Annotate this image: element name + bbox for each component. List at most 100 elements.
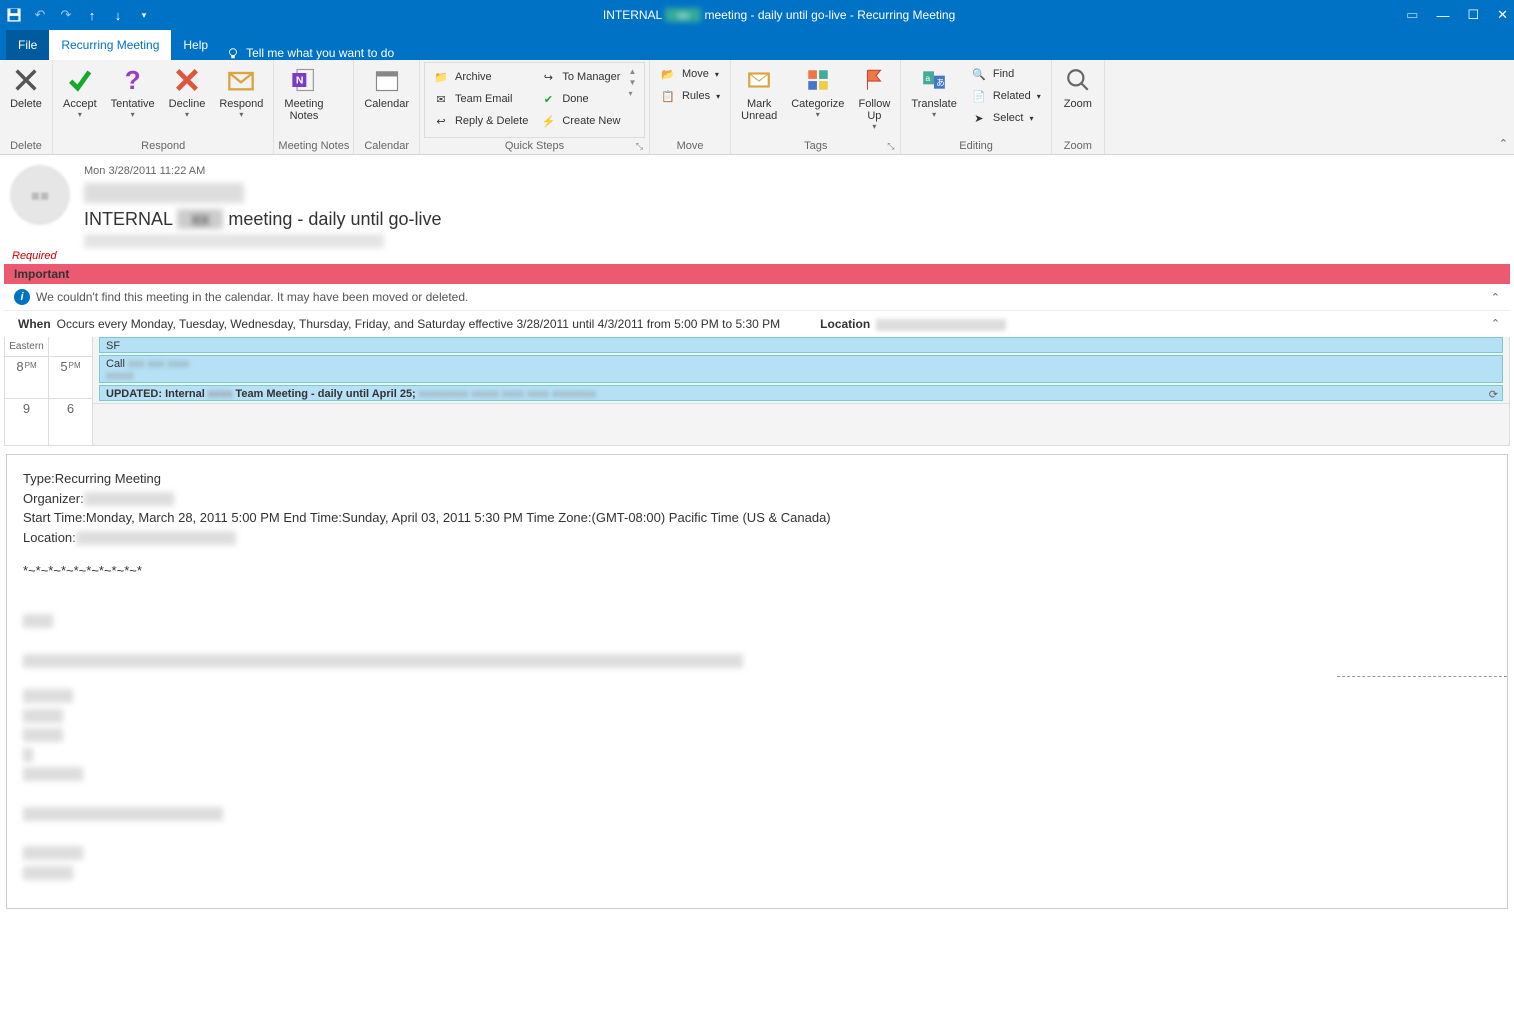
mail-icon: ✉: [433, 91, 449, 107]
ribbon-group-calendar: Calendar Calendar: [354, 60, 420, 154]
check-icon: ✔: [540, 91, 556, 107]
follow-up-button[interactable]: Follow Up▾: [852, 62, 896, 133]
undo-icon[interactable]: ↶: [32, 7, 48, 23]
message-from: [84, 183, 244, 203]
chevron-up-icon[interactable]: ⌃: [1491, 291, 1500, 304]
accept-button[interactable]: Accept▾: [57, 62, 103, 121]
important-banner: Important: [4, 264, 1510, 284]
qs-archive[interactable]: 📁Archive: [429, 67, 532, 87]
maximize-icon[interactable]: ☐: [1467, 7, 1479, 23]
group-label: Respond: [57, 138, 269, 154]
when-location-row: WhenOccurs every Monday, Tuesday, Wednes…: [4, 310, 1510, 337]
message-body[interactable]: Type:Recurring Meeting Organizer: Start …: [6, 454, 1508, 909]
zoom-button[interactable]: Zoom: [1056, 62, 1100, 112]
chevron-up-icon[interactable]: ⌃: [1491, 317, 1500, 330]
onenote-icon: N: [288, 64, 320, 96]
categorize-button[interactable]: Categorize▾: [785, 62, 850, 121]
delete-button[interactable]: Delete: [4, 62, 48, 112]
find-button[interactable]: 🔍Find: [967, 64, 1045, 84]
when-text: Occurs every Monday, Tuesday, Wednesday,…: [57, 317, 781, 331]
message-recipients: [84, 234, 384, 248]
ribbon-tabs: File Recurring Meeting Help Tell me what…: [0, 30, 1514, 60]
tell-me-search[interactable]: Tell me what you want to do: [226, 46, 394, 60]
qs-more[interactable]: ▾: [628, 89, 636, 98]
forward-icon: ↪: [540, 69, 556, 85]
group-label: Meeting Notes: [278, 138, 349, 154]
qs-to-manager[interactable]: ↪To Manager: [536, 67, 624, 87]
tentative-button[interactable]: ? Tentative▾: [105, 62, 161, 121]
qs-done[interactable]: ✔Done: [536, 89, 624, 109]
minimize-icon[interactable]: —: [1436, 8, 1449, 23]
required-label: Required: [0, 250, 1514, 262]
qs-create-new[interactable]: ⚡Create New: [536, 111, 624, 131]
related-button[interactable]: 📄Related▾: [967, 86, 1045, 106]
decline-button[interactable]: Decline▾: [163, 62, 212, 121]
message-header: ◼◼ Mon 3/28/2011 11:22 AM INTERNAL xx me…: [0, 155, 1514, 252]
collapse-ribbon-icon[interactable]: ⌃: [1499, 137, 1508, 150]
tab-recurring-meeting[interactable]: Recurring Meeting: [49, 30, 171, 60]
tab-help[interactable]: Help: [171, 30, 220, 60]
search-icon: 🔍: [971, 66, 987, 82]
tab-file[interactable]: File: [6, 30, 49, 60]
delete-icon: [10, 64, 42, 96]
up-arrow-icon[interactable]: ↑: [84, 7, 100, 23]
down-arrow-icon[interactable]: ↓: [110, 7, 126, 23]
categories-icon: [802, 64, 834, 96]
ribbon-group-editing: aあ Translate▾ 🔍Find 📄Related▾ ➤Select▾ E…: [901, 60, 1051, 154]
ribbon-options-icon[interactable]: ▭: [1406, 7, 1418, 23]
launcher-icon[interactable]: ⤡: [636, 141, 643, 152]
respond-button[interactable]: Respond▾: [213, 62, 269, 121]
redo-icon[interactable]: ↷: [58, 7, 74, 23]
svg-text:N: N: [296, 75, 304, 87]
ribbon: Delete Delete Accept▾ ? Tentative▾ Decli…: [0, 60, 1514, 155]
calendar-button[interactable]: Calendar: [358, 62, 415, 112]
flag-icon: [858, 64, 890, 96]
ribbon-group-tags: Mark Unread Categorize▾ Follow Up▾ Tags⤡: [731, 60, 901, 154]
rules-button[interactable]: 📋Rules▾: [656, 86, 724, 106]
qs-reply-delete[interactable]: ↩Reply & Delete: [429, 111, 532, 131]
quick-access-toolbar: ↶ ↷ ↑ ↓ ▾: [6, 7, 152, 23]
move-button[interactable]: 📂Move▾: [656, 64, 724, 84]
group-label: Tags⤡: [735, 138, 896, 154]
group-label: Quick Steps⤡: [424, 138, 645, 154]
calendar-body[interactable]: SF Call xxx xxx xxxxxxxxx UPDATED: Inter…: [93, 337, 1509, 445]
qs-scroll-up[interactable]: ▲: [628, 67, 636, 76]
folder-icon: 📁: [433, 69, 449, 85]
close-icon[interactable]: ✕: [1497, 7, 1508, 23]
tz-column-local: 5PM 6: [49, 337, 93, 445]
select-button[interactable]: ➤Select▾: [967, 108, 1045, 128]
lightbulb-icon: [226, 46, 240, 60]
rules-icon: 📋: [660, 88, 676, 104]
ribbon-group-zoom: Zoom Zoom: [1052, 60, 1105, 154]
magnifier-icon: [1062, 64, 1094, 96]
calendar-icon: [371, 64, 403, 96]
question-icon: ?: [117, 64, 149, 96]
location-value: [876, 319, 1006, 331]
qs-team-email[interactable]: ✉Team Email: [429, 89, 532, 109]
message-subject: INTERNAL xx meeting - daily until go-liv…: [84, 209, 1504, 230]
launcher-icon[interactable]: ⤡: [887, 141, 894, 152]
appointment-sf[interactable]: SF: [99, 337, 1503, 353]
svg-text:a: a: [925, 73, 930, 83]
translate-button[interactable]: aあ Translate▾: [905, 62, 962, 121]
recurring-icon: ⟳: [1489, 388, 1498, 401]
ribbon-group-move: 📂Move▾ 📋Rules▾ Move: [650, 60, 731, 154]
appointment-updated[interactable]: UPDATED: Internal xxxx Team Meeting - da…: [99, 385, 1503, 401]
ribbon-group-delete: Delete Delete: [0, 60, 53, 154]
cursor-icon: ➤: [971, 110, 987, 126]
mark-unread-button[interactable]: Mark Unread: [735, 62, 783, 124]
qat-customize-icon[interactable]: ▾: [136, 7, 152, 23]
calendar-preview: Eastern 8PM 9 5PM 6 SF Call xxx xxx xxxx…: [4, 337, 1510, 446]
related-icon: 📄: [971, 88, 987, 104]
group-label: Move: [654, 138, 726, 154]
message-date: Mon 3/28/2011 11:22 AM: [84, 165, 1504, 177]
qs-scroll-down[interactable]: ▼: [628, 78, 636, 87]
appointment-call[interactable]: Call xxx xxx xxxxxxxxx: [99, 355, 1503, 383]
resize-handle[interactable]: [1337, 676, 1507, 678]
move-icon: 📂: [660, 66, 676, 82]
ribbon-group-notes: N Meeting Notes Meeting Notes: [274, 60, 354, 154]
save-icon[interactable]: [6, 7, 22, 23]
meeting-notes-button[interactable]: N Meeting Notes: [278, 62, 329, 124]
window-controls: ▭ — ☐ ✕: [1406, 7, 1508, 23]
lightning-icon: ⚡: [540, 113, 556, 129]
